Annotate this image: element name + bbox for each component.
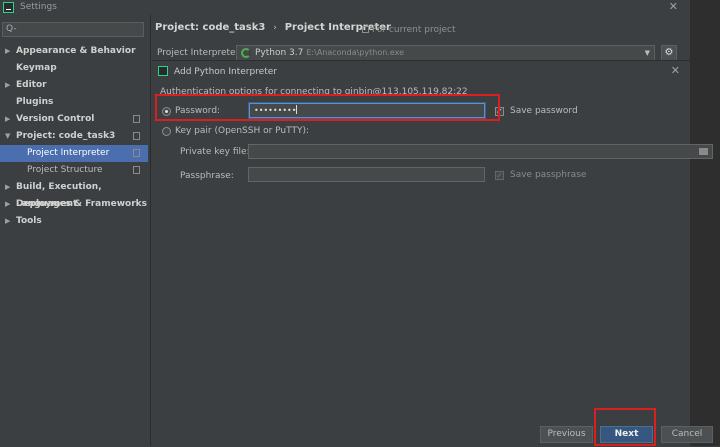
collapse-arrow-icon[interactable]: ▼	[5, 128, 10, 145]
window-close-icon[interactable]: ✕	[669, 0, 678, 13]
settings-sidebar: Q- ▶ Appearance & Behavior Keymap ▶ Edit…	[0, 15, 151, 446]
sidebar-item-project-structure[interactable]: Project Structure	[0, 162, 148, 179]
window-title: Settings	[20, 2, 57, 12]
sidebar-item-build[interactable]: ▶ Build, Execution, Deployment	[0, 179, 148, 209]
sidebar-item-label: Plugins	[16, 97, 54, 107]
project-scope-icon	[133, 132, 140, 140]
sidebar-item-label: Project Interpreter	[27, 148, 110, 158]
pycharm-logo-icon	[158, 66, 168, 76]
breadcrumb-separator: ›	[273, 23, 277, 33]
private-key-file-field[interactable]	[248, 144, 713, 159]
breadcrumb-project: Project: code_task3	[155, 22, 266, 33]
passphrase-field[interactable]	[248, 167, 485, 182]
sidebar-item-keymap[interactable]: Keymap	[0, 60, 148, 77]
expand-arrow-icon[interactable]: ▶	[5, 179, 10, 196]
interpreter-select[interactable]: Python 3.7 E:\Anaconda\python.exe ▼	[236, 45, 655, 61]
expand-arrow-icon[interactable]: ▶	[5, 196, 10, 213]
sidebar-item-label: Languages & Frameworks	[16, 199, 148, 209]
sidebar-item-label: Editor	[16, 80, 47, 90]
python-interpreter-icon	[241, 48, 251, 58]
expand-arrow-icon[interactable]: ▶	[5, 111, 10, 128]
sidebar-item-tools[interactable]: ▶ Tools	[0, 213, 148, 230]
cancel-button[interactable]: Cancel	[661, 426, 713, 443]
sidebar-item-label: Project: code_task3	[16, 131, 116, 141]
sidebar-item-label: Project Structure	[27, 165, 103, 175]
interpreter-path: E:\Anaconda\python.exe	[306, 48, 405, 57]
breadcrumb: Project: code_task3 › Project Interprete…	[155, 22, 391, 33]
settings-nav: ▶ Appearance & Behavior Keymap ▶ Editor …	[0, 43, 148, 230]
previous-button[interactable]: Previous	[540, 426, 593, 443]
keypair-radio[interactable]	[162, 127, 171, 136]
private-key-label: Private key file:	[180, 147, 250, 157]
sidebar-item-plugins[interactable]: Plugins	[0, 94, 148, 111]
for-current-project-label: For current project	[372, 25, 456, 35]
interpreter-value: Python 3.7 E:\Anaconda\python.exe	[255, 48, 404, 58]
background-strip	[690, 0, 720, 446]
search-icon: Q-	[6, 24, 17, 34]
project-scope-icon	[362, 26, 369, 33]
save-password-label: Save password	[510, 106, 578, 116]
chevron-down-icon[interactable]: ▼	[645, 49, 650, 57]
interpreter-name: Python 3.7	[255, 48, 304, 58]
save-passphrase-label: Save passphrase	[510, 170, 587, 180]
sidebar-item-version-control[interactable]: ▶ Version Control	[0, 111, 148, 128]
passphrase-label: Passphrase:	[180, 171, 234, 181]
expand-arrow-icon[interactable]: ▶	[5, 77, 10, 94]
gear-icon[interactable]: ⚙	[661, 45, 677, 61]
settings-search-input[interactable]: Q-	[2, 22, 144, 37]
keypair-label: Key pair (OpenSSH or PuTTY):	[175, 126, 309, 136]
save-passphrase-checkbox[interactable]: ✓	[495, 171, 504, 180]
project-scope-icon	[133, 115, 140, 123]
next-highlight-box	[594, 408, 656, 446]
interpreter-label: Project Interpreter:	[157, 48, 243, 58]
title-bar: Settings ✕	[0, 0, 720, 15]
folder-icon[interactable]	[699, 148, 708, 155]
pycharm-logo-icon	[3, 2, 14, 13]
sidebar-item-languages[interactable]: ▶ Languages & Frameworks	[0, 196, 148, 213]
sidebar-item-appearance[interactable]: ▶ Appearance & Behavior	[0, 43, 148, 60]
sidebar-item-label: Version Control	[16, 114, 95, 124]
dialog-close-icon[interactable]: ✕	[671, 64, 680, 77]
sidebar-item-project[interactable]: ▼ Project: code_task3	[0, 128, 148, 145]
password-highlight-box	[155, 94, 500, 121]
sidebar-item-label: Tools	[16, 216, 42, 226]
project-scope-icon	[133, 149, 140, 157]
sidebar-item-editor[interactable]: ▶ Editor	[0, 77, 148, 94]
for-current-project-note: For current project	[362, 25, 456, 35]
sidebar-item-label: Keymap	[16, 63, 57, 73]
project-scope-icon	[133, 166, 140, 174]
dialog-title: Add Python Interpreter	[174, 67, 277, 77]
sidebar-item-project-interpreter[interactable]: Project Interpreter	[0, 145, 148, 162]
sidebar-item-label: Appearance & Behavior	[16, 46, 136, 56]
expand-arrow-icon[interactable]: ▶	[5, 43, 10, 60]
expand-arrow-icon[interactable]: ▶	[5, 213, 10, 230]
